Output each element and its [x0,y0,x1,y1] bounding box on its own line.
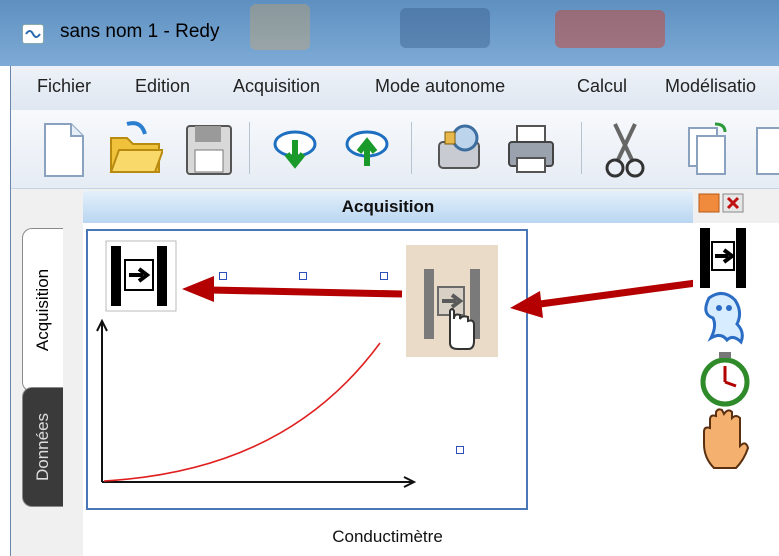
window-title: sans nom 1 - Redy [60,21,220,42]
menu-fichier[interactable]: Fichier [37,76,91,97]
sync-trigger-icon[interactable] [105,240,177,312]
close-button[interactable] [722,193,744,213]
save-floppy-icon[interactable] [181,118,237,180]
upload-cloud-icon[interactable] [339,118,395,180]
drag-arrows [182,276,697,318]
scissors-icon[interactable] [597,118,653,180]
timer-block-icon[interactable] [698,350,752,408]
ghost-block-icon[interactable] [697,290,751,350]
menu-edition[interactable]: Edition [135,76,190,97]
sync-block-icon[interactable] [698,226,748,290]
new-document-icon[interactable] [35,118,91,180]
menu-modelisation[interactable]: Modélisatio [665,76,756,97]
app-icon [22,24,44,44]
background-blur [250,4,310,50]
menu-calcul[interactable]: Calcul [577,76,627,97]
menu-acquisition[interactable]: Acquisition [233,76,320,97]
app-frame: sans nom 1 - Redy Fichier Edition Acquis… [0,0,779,556]
toolbar [11,110,779,189]
tab-donnees-label: Données [33,412,52,482]
title-bar: sans nom 1 - Redy [0,0,779,66]
background-blur [555,10,665,48]
stop-hand-icon[interactable] [700,408,752,474]
paste-icon[interactable] [751,118,779,180]
minimize-button[interactable] [698,193,720,213]
selection-handle[interactable] [456,446,464,454]
tab-acquisition-label: Acquisition [33,268,52,352]
tab-donnees[interactable]: Données [22,387,63,507]
panel-title: Acquisition [341,197,435,216]
printer-icon[interactable] [503,118,559,180]
settings-icon[interactable] [431,118,487,180]
copy-icon[interactable] [679,118,735,180]
open-folder-icon[interactable] [107,118,165,180]
tab-acquisition[interactable]: Acquisition [22,228,63,392]
background-blur [400,8,490,48]
menu-bar: Fichier Edition Acquisition Mode autonom… [11,66,779,111]
menu-mode-autonome[interactable]: Mode autonome [375,76,505,97]
panel-header: Acquisition [83,191,693,224]
download-cloud-icon[interactable] [267,118,323,180]
sensor-label: Conductimètre [332,527,443,546]
